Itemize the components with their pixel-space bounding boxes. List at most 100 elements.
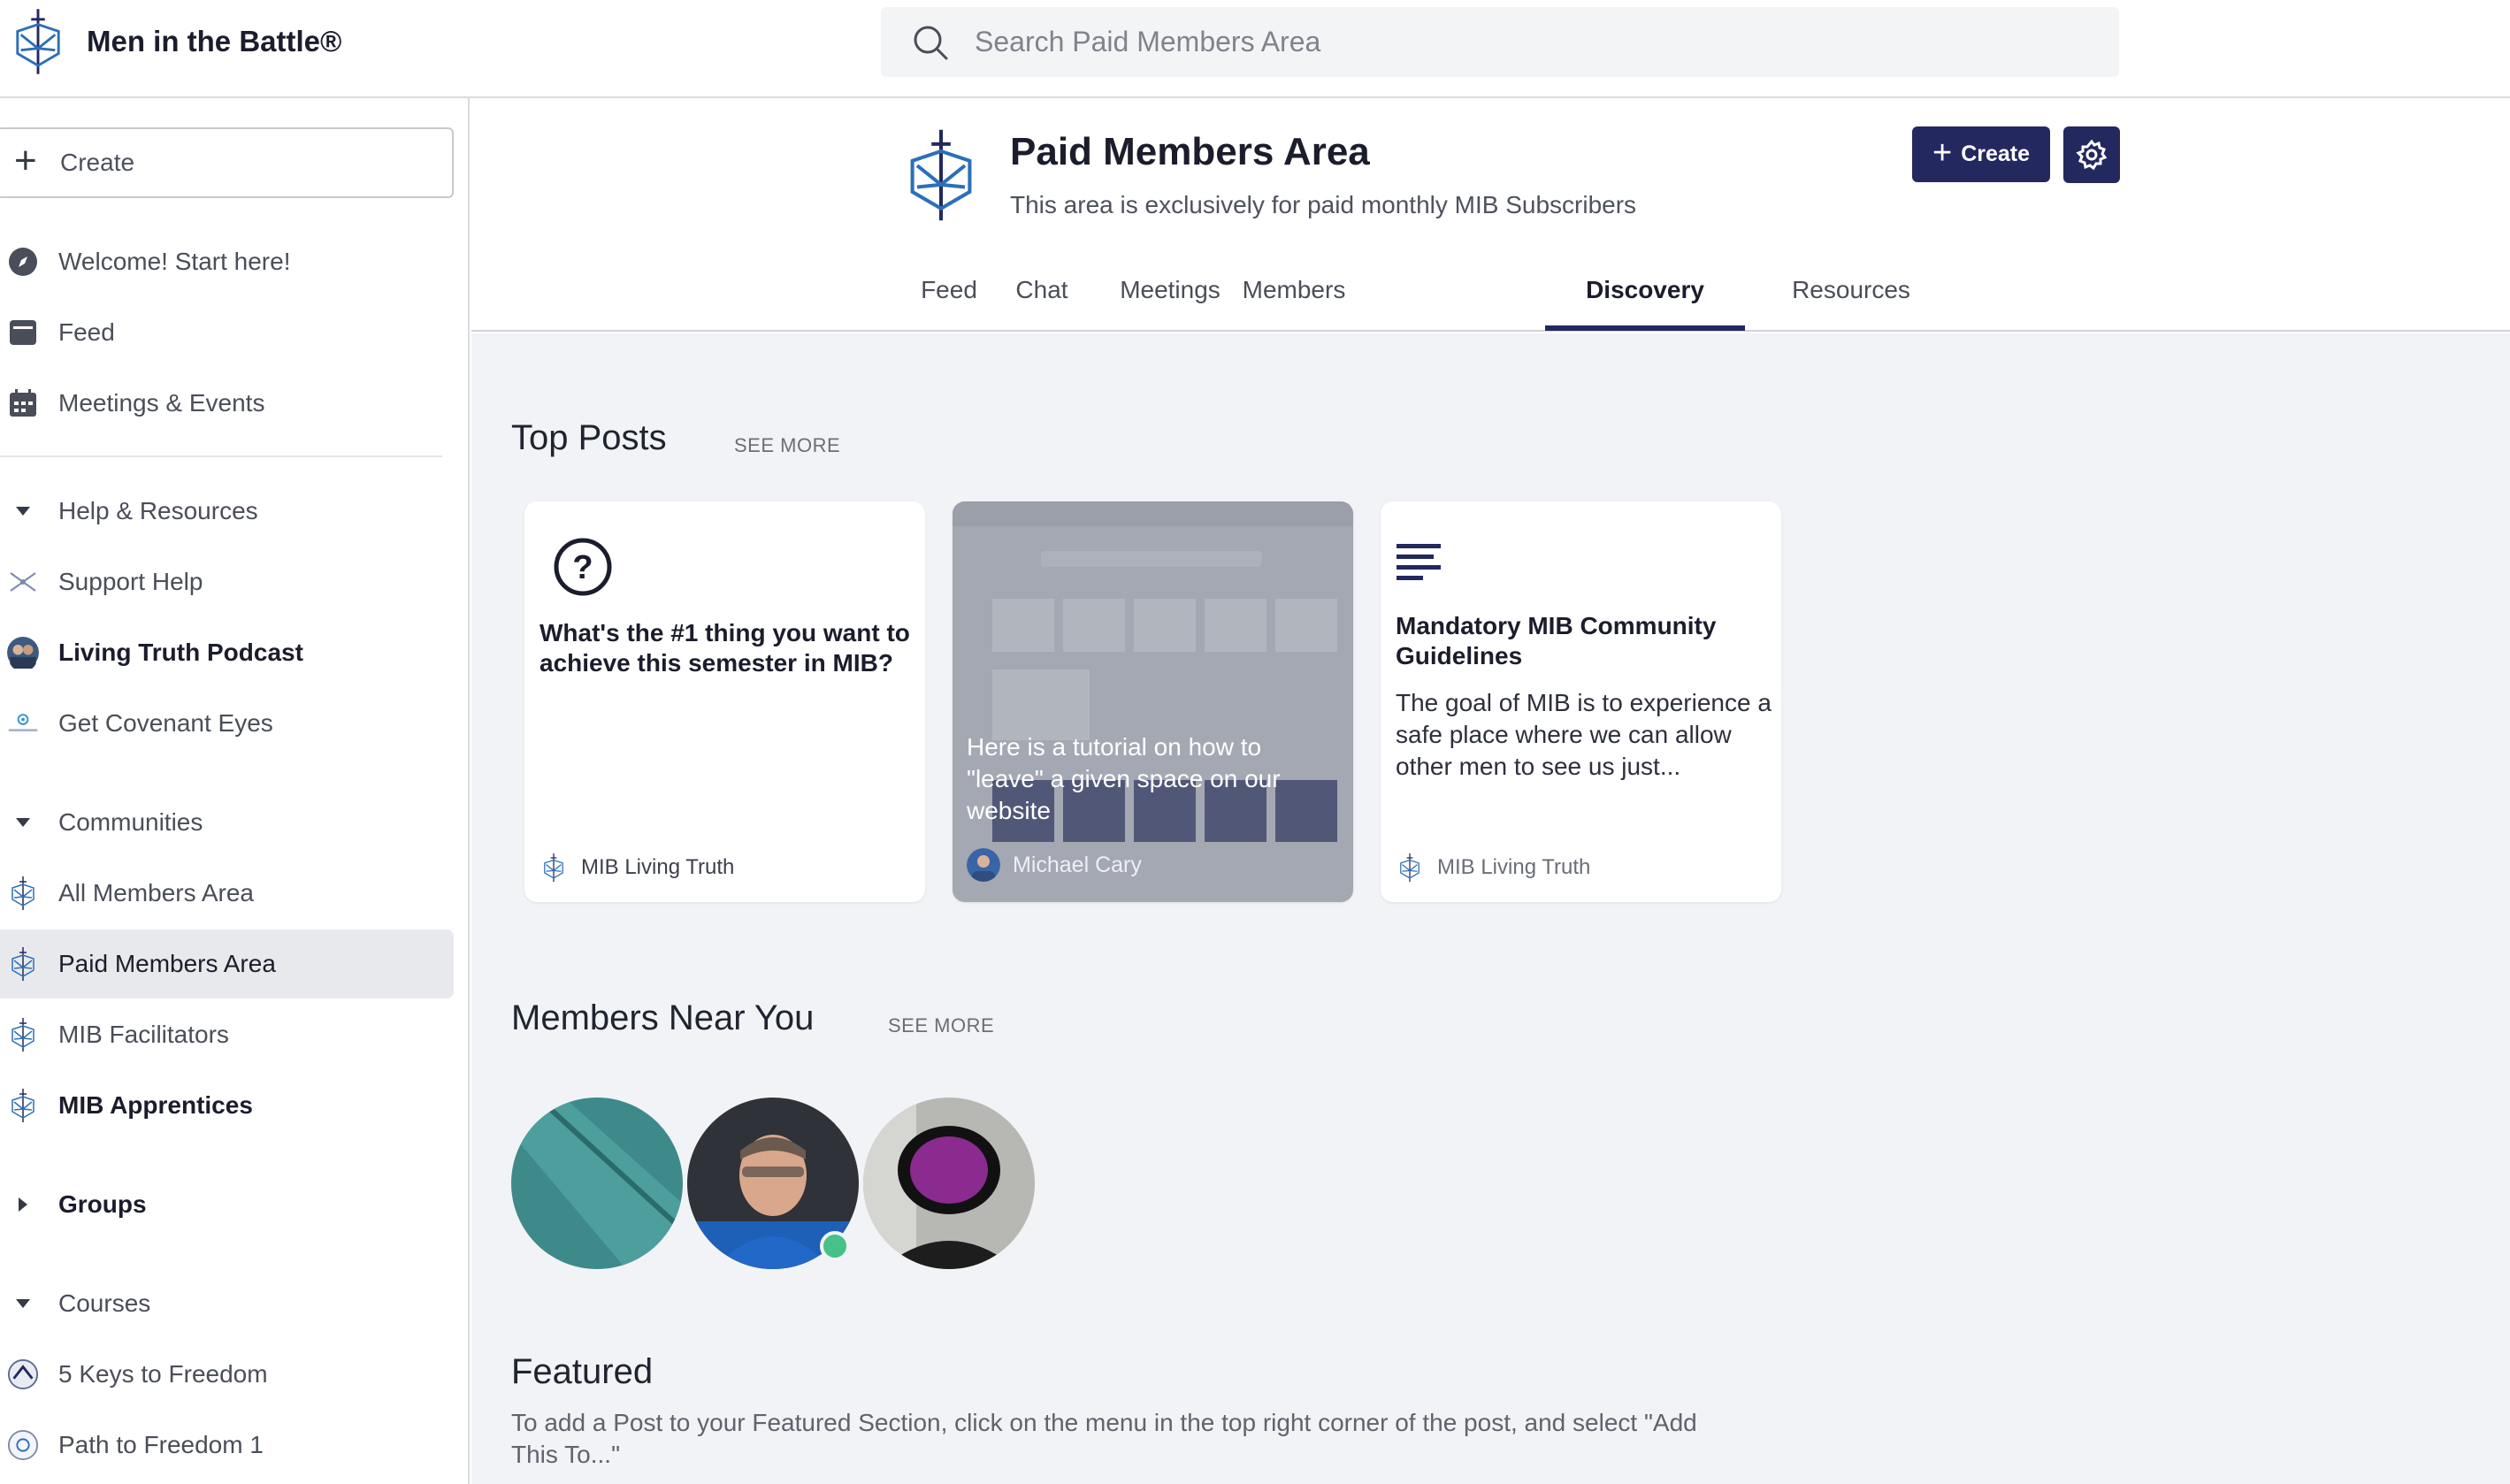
online-status-indicator [820, 1231, 850, 1261]
post-card-media[interactable]: Here is a tutorial on how to "leave" a g… [953, 501, 1353, 902]
settings-button[interactable] [2063, 126, 2120, 183]
sidebar-section-courses[interactable]: Courses [0, 1269, 454, 1338]
space-logo-icon [903, 127, 979, 223]
sidebar-section-label: Groups [58, 1190, 147, 1218]
sidebar-create-button[interactable]: + Create [0, 127, 454, 198]
text-lines-icon [1397, 544, 1441, 580]
create-button-label: Create [1961, 142, 2031, 166]
sidebar-item-label: All Members Area [58, 879, 254, 906]
sidebar-item-label: Living Truth Podcast [58, 639, 303, 666]
sidebar-section-groups[interactable]: Groups [0, 1170, 454, 1239]
sidebar-item-welcome[interactable]: Welcome! Start here! [0, 227, 454, 296]
member-avatar[interactable] [511, 1098, 683, 1269]
covenant-eyes-icon [7, 706, 39, 741]
sidebar-item-label: Support Help [58, 568, 203, 595]
sidebar-item-path-to-freedom-1[interactable]: Path to Freedom 1 [0, 1411, 454, 1480]
calendar-icon [7, 386, 39, 421]
sidebar-create-label: Create [60, 149, 135, 176]
post-card-text: Here is a tutorial on how to "leave" a g… [967, 733, 1281, 824]
caret-right-icon [7, 1197, 39, 1212]
sidebar-item-all-members-area[interactable]: All Members Area [0, 859, 454, 928]
caret-down-icon [7, 817, 39, 828]
mib-logo-icon [7, 876, 39, 911]
page-title: Paid Members Area [1010, 130, 1370, 173]
top-posts-title: Top Posts [511, 418, 667, 457]
mib-logo-icon [542, 853, 565, 883]
post-card-author[interactable]: Michael Cary [967, 848, 1142, 882]
post-card-title: What's the #1 thing you want to achieve … [539, 619, 910, 677]
search-placeholder: Search Paid Members Area [975, 26, 1321, 57]
sidebar-item-label: Paid Members Area [58, 950, 276, 977]
top-bar: Men in the Battle® Search Paid Members A… [0, 0, 2510, 98]
create-button[interactable]: + Create [1912, 126, 2050, 182]
sidebar-section-label: Courses [58, 1289, 151, 1317]
tab-feed[interactable]: Feed [896, 262, 1002, 331]
sidebar-section-help-resources[interactable]: Help & Resources [0, 477, 454, 546]
post-card-body: The goal of MIB is to experience a safe … [1396, 689, 1772, 780]
support-logo-icon [7, 564, 39, 600]
feed-icon [7, 315, 39, 350]
mib-logo-icon [7, 1017, 39, 1052]
course-logo-icon [7, 1427, 39, 1463]
post-card-author[interactable]: MIB Living Truth [542, 853, 734, 883]
brand-logo-icon [12, 7, 64, 76]
sidebar: + Create Welcome! Start here! Feed Meeti… [0, 98, 470, 1484]
sidebar-item-label: Feed [58, 318, 115, 346]
sidebar-section-communities[interactable]: Communities [0, 788, 454, 857]
top-posts-see-more-link[interactable]: SEE MORE [734, 434, 840, 457]
post-card[interactable]: ? What's the #1 thing you want to achiev… [524, 501, 925, 902]
page-subtitle: This area is exclusively for paid monthl… [1010, 191, 1637, 218]
caret-down-icon [7, 506, 39, 516]
discovery-content: Top Posts SEE MORE ? What's the #1 thing… [471, 333, 2510, 1484]
sidebar-item-feed[interactable]: Feed [0, 298, 454, 367]
mib-logo-icon [7, 946, 39, 982]
members-see-more-link[interactable]: SEE MORE [888, 1014, 994, 1037]
sidebar-item-mib-facilitators[interactable]: MIB Facilitators [0, 1000, 454, 1069]
caret-down-icon [7, 1298, 39, 1309]
post-card-author-name: MIB Living Truth [1437, 855, 1591, 879]
mib-logo-icon [7, 1088, 39, 1123]
sidebar-item-label: MIB Facilitators [58, 1021, 229, 1048]
sidebar-section-label: Communities [58, 808, 203, 836]
post-card-title: Mandatory MIB Community Guidelines [1396, 612, 1717, 669]
podcast-avatar [7, 635, 39, 670]
sidebar-item-support-help[interactable]: Support Help [0, 547, 454, 616]
sidebar-item-living-truth-podcast[interactable]: Living Truth Podcast [0, 618, 454, 687]
sidebar-item-label: 5 Keys to Freedom [58, 1360, 268, 1388]
post-card-author[interactable]: MIB Living Truth [1398, 853, 1590, 883]
sidebar-section-label: Help & Resources [58, 497, 258, 524]
search-icon [914, 26, 948, 59]
post-card[interactable]: Mandatory MIB Community Guidelines The g… [1381, 501, 1781, 902]
sidebar-item-label: Get Covenant Eyes [58, 709, 273, 737]
search-input[interactable]: Search Paid Members Area [881, 7, 2119, 77]
members-near-you-title: Members Near You [511, 998, 815, 1037]
sidebar-item-mib-apprentices[interactable]: MIB Apprentices [0, 1071, 454, 1140]
brand[interactable]: Men in the Battle® [12, 7, 341, 76]
sidebar-item-paid-members-area[interactable]: Paid Members Area [0, 929, 454, 998]
svg-text:?: ? [572, 549, 593, 586]
featured-title: Featured [511, 1352, 654, 1391]
tab-chat[interactable]: Chat [989, 262, 1095, 331]
sidebar-item-label: Path to Freedom 1 [58, 1431, 264, 1458]
member-avatar[interactable] [863, 1098, 1035, 1269]
plus-icon: + [1932, 134, 1953, 172]
sidebar-divider [0, 455, 442, 457]
tab-members[interactable]: Members [1205, 262, 1382, 331]
brand-name: Men in the Battle® [87, 25, 342, 57]
featured-instructions: To add a Post to your Featured Section, … [511, 1409, 1697, 1468]
question-icon: ? [554, 538, 612, 596]
compass-icon [7, 244, 39, 279]
author-avatar [967, 848, 1000, 882]
tab-resources[interactable]: Resources [1754, 262, 1948, 331]
sidebar-item-covenant-eyes[interactable]: Get Covenant Eyes [0, 689, 454, 758]
tab-discovery[interactable]: Discovery [1545, 262, 1745, 331]
plus-icon: + [14, 139, 37, 182]
sidebar-item-label: Meetings & Events [58, 389, 265, 417]
course-logo-icon [7, 1357, 39, 1392]
sidebar-item-label: MIB Apprentices [58, 1091, 253, 1119]
mib-logo-icon [1398, 853, 1421, 883]
sidebar-item-meetings-events[interactable]: Meetings & Events [0, 369, 454, 438]
sidebar-item-label: Welcome! Start here! [58, 248, 291, 275]
sidebar-item-5-keys-to-freedom[interactable]: 5 Keys to Freedom [0, 1340, 454, 1409]
space-header: Paid Members Area This area is exclusive… [471, 98, 2510, 332]
